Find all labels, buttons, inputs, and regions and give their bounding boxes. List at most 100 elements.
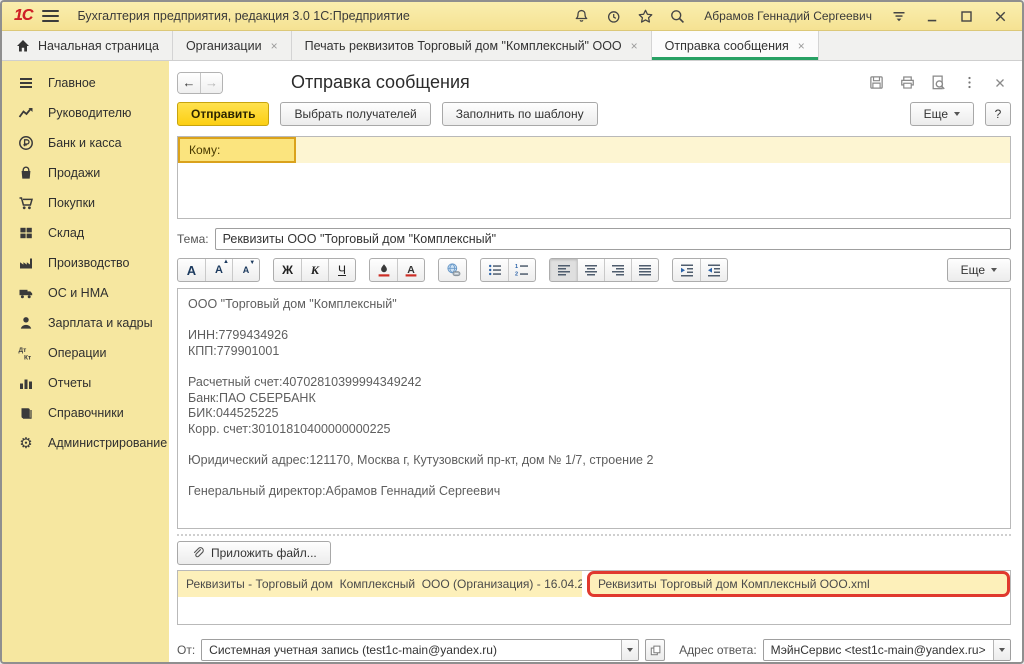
italic-button[interactable]: К [301,259,328,281]
reply-address-value[interactable] [764,640,993,660]
sidebar-item-3[interactable]: Продажи [2,158,169,188]
sidebar-item-4[interactable]: Покупки [2,188,169,218]
preview-icon[interactable] [927,73,949,93]
sidebar-item-0[interactable]: Главное [2,68,169,98]
sidebar: Главное Руководителю Банк и касса ПродажиПо… [2,61,169,662]
save-icon[interactable] [865,73,887,93]
indent-decrease-button[interactable] [700,259,727,281]
window-title: Бухгалтерия предприятия, редакция 3.0 1С… [77,9,409,23]
format-more-button[interactable]: Еще [947,258,1011,282]
format-group [438,258,467,282]
app-window: 1С Бухгалтерия предприятия, редакция 3.0… [0,0,1024,664]
more-dots-icon[interactable] [958,73,980,93]
underline-button[interactable]: Ч [328,259,355,281]
command-bar: Отправить Выбрать получателей Заполнить … [177,101,1011,127]
sidebar-item-7[interactable]: ОС и НМА [2,278,169,308]
attachment-0[interactable]: Реквизиты - Торговый дом Комплексный ООО… [178,571,582,597]
notifications-bell-icon[interactable] [570,5,592,27]
sidebar-item-1[interactable]: Руководителю [2,98,169,128]
attachment-1[interactable]: Реквизиты Торговый дом Комплексный ООО.x… [587,571,1010,597]
align-center-button[interactable] [577,259,604,281]
tab-label: Начальная страница [38,39,159,53]
reply-address-combo[interactable] [763,639,1011,661]
tab-2[interactable]: Печать реквизитов Торговый дом "Комплекс… [292,31,652,60]
subject-input[interactable] [215,228,1011,250]
current-user[interactable]: Абрамов Геннадий Сергеевич [704,9,872,23]
favorites-star-icon[interactable] [634,5,656,27]
sidebar-item-12[interactable]: ⚙Администрирование [2,428,169,458]
bullet-list-button[interactable] [481,259,508,281]
sidebar-item-label: Зарплата и кадры [48,316,153,330]
to-field-tab[interactable]: Кому: [178,137,296,163]
font-bigger-button[interactable]: А▲ [205,259,232,281]
separator [177,534,1011,536]
open-account-button[interactable] [645,639,665,661]
from-account-combo[interactable] [201,639,639,661]
barchart-icon [15,375,37,391]
home-icon [15,38,31,54]
sidebar-item-5[interactable]: Склад [2,218,169,248]
sidebar-item-6[interactable]: Производство [2,248,169,278]
more-button[interactable]: Еще [910,102,974,126]
bold-button[interactable]: Ж [274,259,301,281]
service-menu-icon[interactable] [888,5,910,27]
align-right-button[interactable] [604,259,631,281]
print-icon[interactable] [896,73,918,93]
history-icon[interactable] [602,5,624,27]
sidebar-item-2[interactable]: Банк и касса [2,128,169,158]
format-group [672,258,728,282]
sidebar-item-label: ОС и НМА [48,286,108,300]
main-menu-icon[interactable] [42,10,59,22]
sidebar-item-label: Банк и касса [48,136,122,150]
sidebar-item-10[interactable]: Отчеты [2,368,169,398]
nav-forward-button[interactable]: → [200,73,222,93]
close-window-button[interactable] [988,5,1012,27]
choose-recipients-button[interactable]: Выбрать получателей [280,102,430,126]
indent-increase-button[interactable] [673,259,700,281]
insert-link-button[interactable] [439,259,466,281]
tab-label: Организации [186,39,262,53]
maximize-button[interactable] [954,5,978,27]
from-dropdown-icon[interactable] [621,640,638,660]
tab-bar: Начальная страницаОрганизации×Печать рек… [2,31,1022,61]
send-message-form: ← → Отправка сообщения [169,61,1022,662]
trend-icon [15,105,37,121]
font-color-button[interactable]: А [397,259,424,281]
fill-by-template-button[interactable]: Заполнить по шаблону [442,102,598,126]
tab-close-icon[interactable]: × [631,39,638,53]
sidebar-item-9[interactable]: ДтКтОперации [2,338,169,368]
sidebar-item-label: Руководителю [48,106,131,120]
align-left-button[interactable] [550,259,577,281]
numbered-list-button[interactable]: 12 [508,259,535,281]
format-group: 12 [480,258,536,282]
svg-text:Дт: Дт [19,347,27,354]
page-title: Отправка сообщения [291,72,865,93]
factory-icon [15,255,37,271]
attach-row: Приложить файл... [177,541,1011,565]
send-button[interactable]: Отправить [177,102,269,126]
tab-close-icon[interactable]: × [271,39,278,53]
tab-0[interactable]: Начальная страница [2,31,173,60]
from-account-value[interactable] [202,640,621,660]
accounts-row: От: Адрес ответа: [177,638,1011,662]
search-icon[interactable] [666,5,688,27]
recipients-list[interactable] [178,163,1010,219]
nav-back-button[interactable]: ← [178,73,200,93]
paperclip-icon [191,546,205,560]
ruble-icon [15,135,37,151]
reply-dropdown-icon[interactable] [993,640,1010,660]
message-body[interactable]: ООО "Торговый дом "Комплексный" ИНН:7799… [177,288,1011,529]
sidebar-item-8[interactable]: Зарплата и кадры [2,308,169,338]
help-button[interactable]: ? [985,102,1011,126]
tab-3[interactable]: Отправка сообщения× [652,31,819,60]
sidebar-item-11[interactable]: Справочники [2,398,169,428]
font-smaller-button[interactable]: А▼ [232,259,259,281]
font-select-button[interactable]: А [178,259,205,281]
align-justify-button[interactable] [631,259,658,281]
tab-1[interactable]: Организации × [173,31,292,60]
highlight-color-button[interactable] [370,259,397,281]
minimize-button[interactable] [920,5,944,27]
tab-close-icon[interactable]: × [798,39,805,53]
close-form-icon[interactable] [989,73,1011,93]
attach-file-button[interactable]: Приложить файл... [177,541,331,565]
